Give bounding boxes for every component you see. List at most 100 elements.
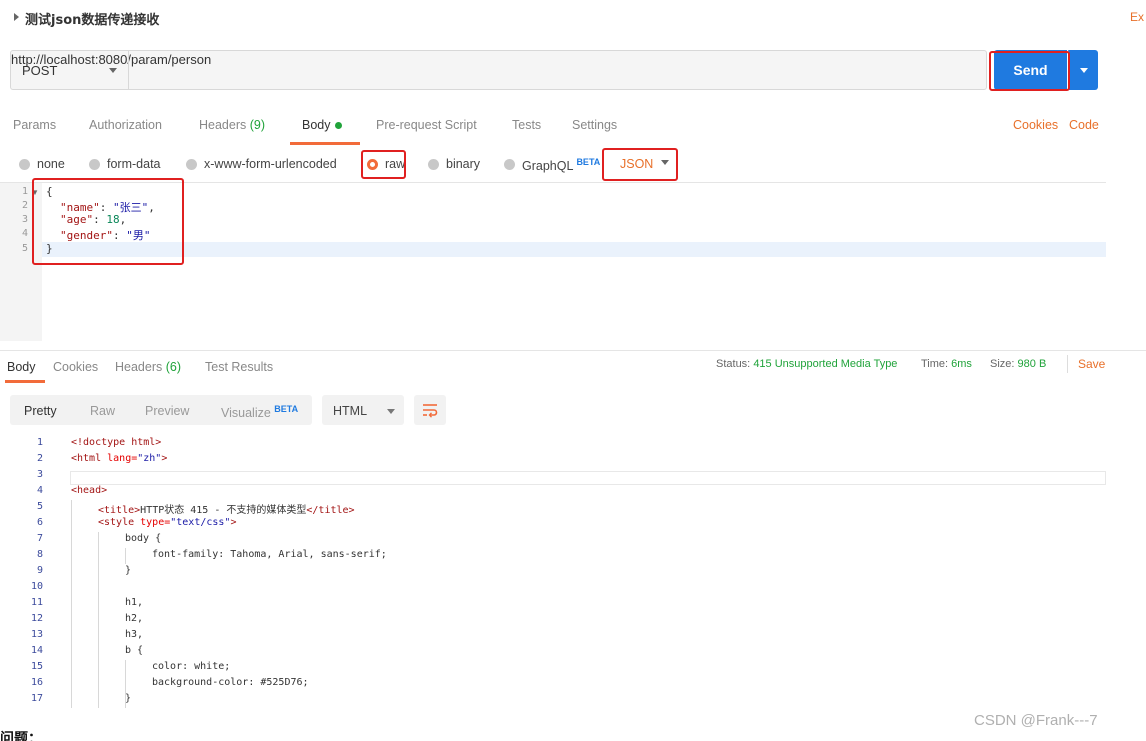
line-number: 4: [36, 485, 43, 496]
time-value: 6ms: [951, 358, 972, 370]
response-body[interactable]: 1 2 3 4 5 6 7 8 9 10 11 12 13 14 15 16 1…: [0, 434, 1106, 710]
code-text: color: white;: [152, 661, 231, 672]
request-url-bar: POST http://localhost:8080/param/person: [10, 50, 987, 90]
radio-binary[interactable]: [428, 159, 439, 170]
tab-body[interactable]: Body: [302, 118, 342, 132]
graphql-label: GraphQL: [522, 159, 573, 174]
json-key: "gender": [60, 229, 113, 242]
response-status: Status: 415 Unsupported Media Type: [716, 358, 897, 370]
response-tab-body[interactable]: Body: [7, 360, 36, 374]
radio-none[interactable]: [19, 159, 30, 170]
format-select[interactable]: JSON: [620, 157, 653, 171]
tab-tests[interactable]: Tests: [512, 118, 541, 132]
response-current-line: [70, 471, 1106, 485]
body-editor[interactable]: 1 2 3 4 5 ▼ { "name": "张三", "age": 18, "…: [0, 182, 1106, 341]
send-options-chevron-icon[interactable]: [1068, 50, 1098, 90]
tab-authorization[interactable]: Authorization: [89, 118, 162, 132]
status-value: 415 Unsupported Media Type: [753, 358, 898, 370]
save-response-button[interactable]: Save: [1078, 357, 1105, 371]
code-text: h2,: [125, 613, 144, 624]
response-tabs: Body Cookies Headers (6) Test Results St…: [0, 350, 1146, 383]
wrap-lines-icon: [423, 404, 438, 418]
radio-graphql-label[interactable]: GraphQL BETA: [522, 157, 600, 173]
send-button[interactable]: Send: [994, 50, 1067, 90]
body-indicator-dot: [334, 122, 342, 130]
status-label: Status:: [716, 358, 751, 370]
code-text: }: [125, 693, 132, 704]
code-text: <!doctype html>: [71, 437, 162, 448]
response-headers-count: (6): [165, 360, 182, 374]
question-heading: 问题：: [0, 731, 42, 741]
line-number: 7: [36, 533, 43, 544]
response-active-underline: [5, 380, 45, 383]
radio-none-label[interactable]: none: [37, 157, 65, 171]
view-pretty[interactable]: Pretty: [24, 404, 57, 418]
line-number: 6: [36, 517, 43, 528]
code-text: <title>: [98, 505, 141, 516]
radio-binary-label[interactable]: binary: [446, 157, 480, 171]
radio-graphql[interactable]: [504, 159, 515, 170]
body-type-selector: none form-data x-www-form-urlencoded raw…: [0, 146, 1146, 182]
tab-params[interactable]: Params: [13, 118, 56, 132]
line-number: 4: [21, 228, 28, 239]
code-text: >: [161, 453, 168, 464]
view-raw[interactable]: Raw: [90, 404, 115, 418]
tab-settings[interactable]: Settings: [572, 118, 617, 132]
radio-urlencoded-label[interactable]: x-www-form-urlencoded: [204, 157, 337, 171]
code-text: background-color: #525D76;: [152, 677, 309, 688]
json-key: "age": [60, 213, 94, 226]
response-format-select[interactable]: HTML: [322, 395, 404, 425]
code-text: <head>: [71, 485, 108, 496]
radio-raw[interactable]: [367, 159, 378, 170]
beta-badge: BETA: [576, 157, 601, 167]
tab-prerequest-script[interactable]: Pre-request Script: [376, 118, 477, 132]
view-visualize[interactable]: Visualize BETA: [221, 404, 298, 420]
active-tab-underline: [290, 142, 360, 145]
response-size: Size: 980 B: [990, 358, 1046, 370]
examples-link[interactable]: Ex: [1130, 10, 1144, 24]
editor-gutter: 1 2 3 4 5 ▼: [0, 183, 42, 341]
line-number: 11: [30, 597, 43, 608]
tab-headers-label: Headers: [199, 118, 247, 132]
time-label: Time:: [921, 358, 949, 370]
visualize-beta-badge: BETA: [274, 404, 299, 414]
format-chevron-down-icon[interactable]: [661, 160, 669, 165]
json-sep: :: [112, 229, 127, 242]
code-text: <title>HTTP状态 415 - 不支持的媒体类型</title>: [98, 501, 355, 516]
size-value: 980 B: [1017, 358, 1047, 370]
code-line-4: "gender": "男": [60, 227, 150, 243]
collapse-arrow-icon[interactable]: [14, 13, 19, 21]
radio-form-data-label[interactable]: form-data: [107, 157, 161, 171]
wrap-lines-button[interactable]: [414, 395, 446, 425]
line-number: 12: [30, 613, 43, 624]
method-select[interactable]: POST: [11, 51, 129, 89]
headers-count: (9): [249, 118, 266, 132]
response-time: Time: 6ms: [921, 358, 972, 370]
code-text: "text/css": [170, 517, 231, 528]
fold-arrow-icon[interactable]: ▼: [31, 188, 39, 197]
radio-urlencoded[interactable]: [186, 159, 197, 170]
radio-raw-label[interactable]: raw: [385, 157, 405, 171]
code-text: lang=: [101, 453, 138, 464]
cookies-link[interactable]: Cookies: [1013, 118, 1058, 132]
code-text: b {: [125, 645, 144, 656]
chevron-down-icon: [109, 68, 117, 73]
response-tab-cookies[interactable]: Cookies: [53, 360, 98, 374]
tab-body-label: Body: [302, 118, 331, 132]
view-preview[interactable]: Preview: [145, 404, 189, 418]
indent-guide: [125, 548, 126, 564]
line-number: 2: [36, 453, 43, 464]
response-tab-test-results[interactable]: Test Results: [205, 360, 273, 374]
line-number: 1: [21, 186, 28, 197]
tab-headers[interactable]: Headers (9): [199, 118, 265, 132]
response-tab-headers[interactable]: Headers (6): [115, 360, 181, 374]
code-text: HTTP状态 415 - 不支持的媒体类型: [140, 505, 307, 516]
code-link[interactable]: Code: [1069, 118, 1099, 132]
radio-form-data[interactable]: [89, 159, 100, 170]
line-number: 10: [30, 581, 43, 592]
request-title[interactable]: 测试json数据传递接收: [25, 9, 159, 28]
size-label: Size:: [990, 358, 1015, 370]
code-text: <style: [98, 517, 135, 528]
code-line-1: {: [46, 185, 53, 198]
divider: [1067, 355, 1068, 373]
